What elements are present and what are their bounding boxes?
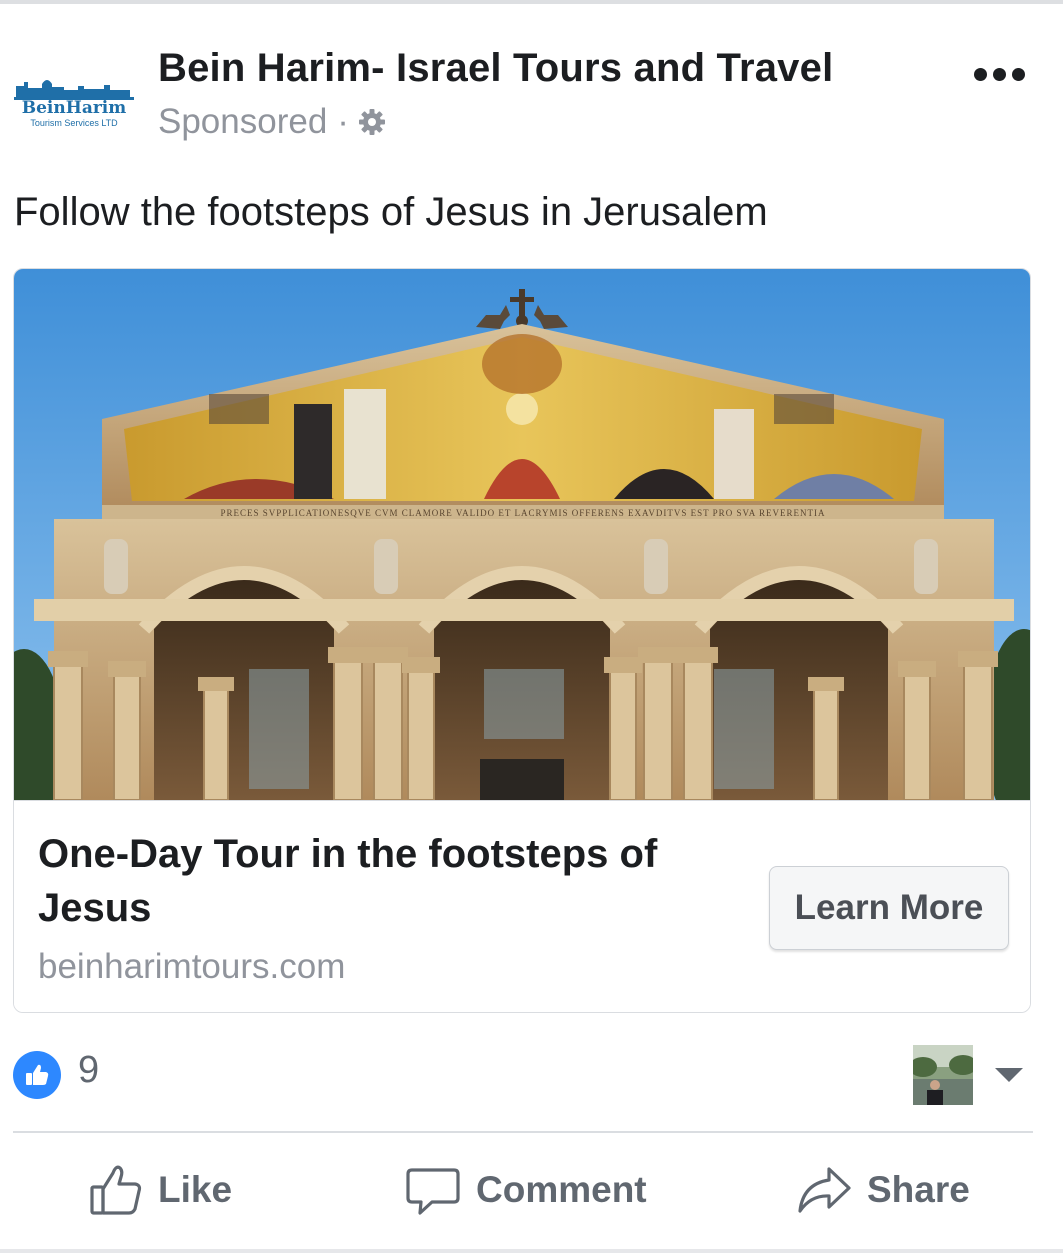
post-meta: Sponsored · [158,102,387,142]
learn-more-button[interactable]: Learn More [769,866,1009,950]
commenter-avatar[interactable] [913,1045,973,1105]
share-button[interactable]: Share [795,1160,970,1220]
thumbs-up-icon [26,1064,49,1085]
page-logo[interactable]: BeinHarim Tourism Services LTD [12,68,136,130]
like-label: Like [158,1169,233,1210]
link-title[interactable]: One-Day Tour in the footsteps of Jesus [38,827,698,935]
logo-brand-text: BeinHarim [22,98,126,118]
gear-icon [358,109,385,135]
chevron-down-icon[interactable] [995,1068,1023,1082]
comment-icon [406,1168,460,1215]
page-name-link[interactable]: Bein Harim- Israel Tours and Travel [158,46,833,91]
actions-divider [13,1131,1033,1133]
bottom-divider [0,1249,1063,1253]
meta-separator: · [337,102,349,141]
more-options-icon[interactable] [974,68,1025,81]
post-message: Follow the footsteps of Jesus in Jerusal… [14,190,768,234]
like-icon [90,1165,142,1215]
mosaic-inscription: PRECES SVPPLICATIONESQVE CVM CLAMORE VAL… [220,508,825,518]
link-preview-image[interactable]: PRECES SVPPLICATIONESQVE CVM CLAMORE VAL… [14,269,1031,800]
comment-button[interactable]: Comment [404,1160,647,1220]
link-preview-footer[interactable]: One-Day Tour in the footsteps of Jesus b… [14,800,1030,1012]
like-button[interactable]: Like [88,1160,232,1220]
top-divider [0,0,1063,4]
share-label: Share [867,1169,970,1210]
link-preview-card[interactable]: PRECES SVPPLICATIONESQVE CVM CLAMORE VAL… [13,268,1031,1013]
logo-tagline-text: Tourism Services LTD [30,118,118,128]
link-domain: beinharimtours.com [38,947,346,986]
like-reaction-badge[interactable] [13,1051,61,1099]
share-icon [798,1167,851,1213]
comment-label: Comment [476,1169,647,1210]
sponsored-label[interactable]: Sponsored [158,102,327,142]
reaction-count[interactable]: 9 [78,1049,99,1092]
